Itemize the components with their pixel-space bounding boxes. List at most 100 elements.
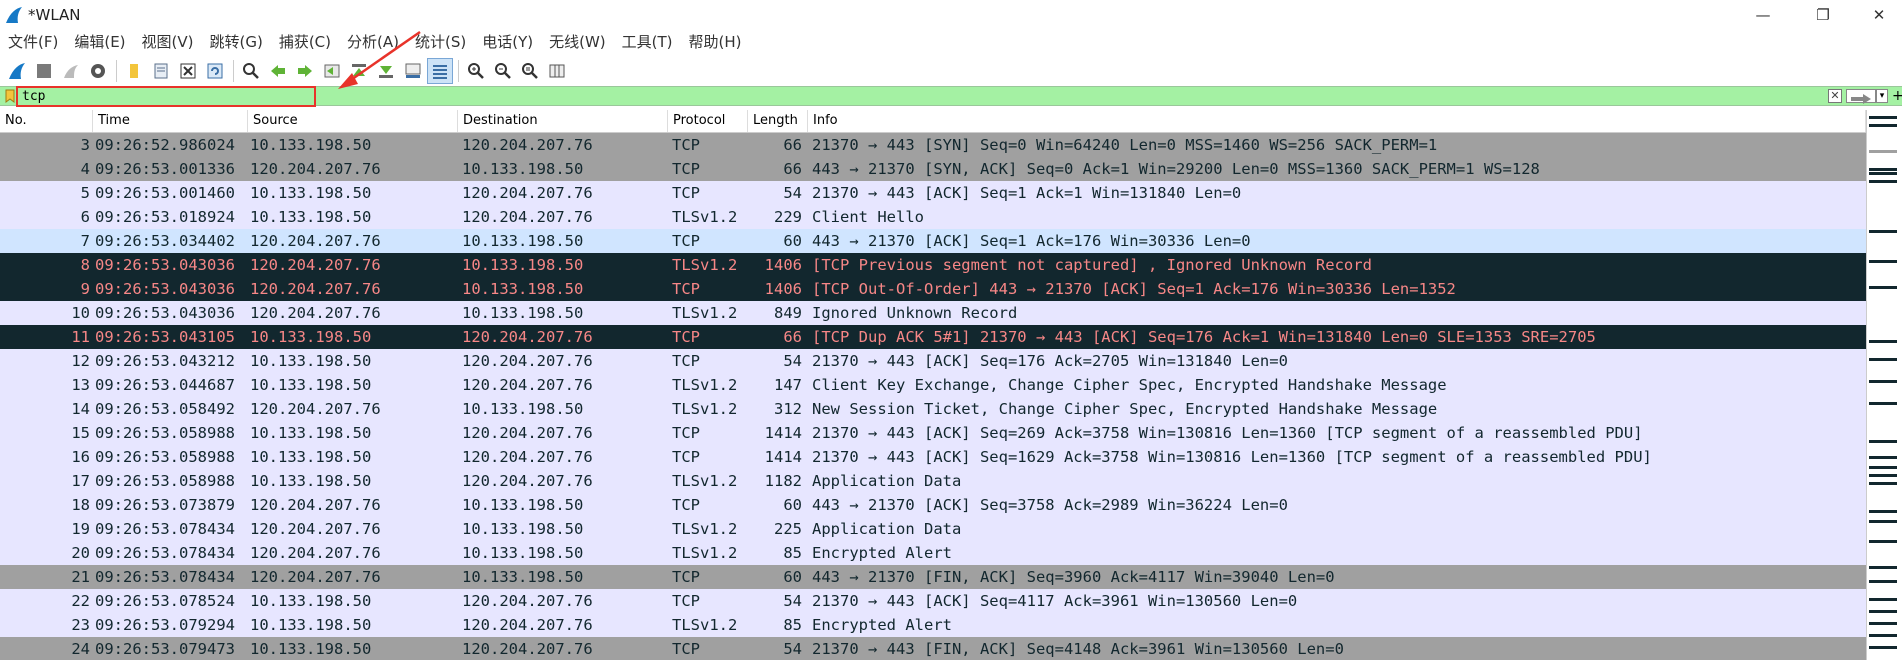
packet-scroll-minimap[interactable] xyxy=(1866,110,1902,660)
column-header-info[interactable]: Info xyxy=(808,110,1866,132)
packet-length: 60 xyxy=(783,568,802,586)
zoom-reset-button[interactable] xyxy=(517,58,543,84)
packet-row[interactable]: 9 09:26:53.043036 120.204.207.76 10.133.198… xyxy=(0,277,1866,301)
bookmark-icon[interactable] xyxy=(4,89,16,103)
minimap-marker xyxy=(1869,260,1897,263)
restore-button[interactable]: ❐ xyxy=(1800,0,1846,30)
packet-info: New Session Ticket, Change Cipher Spec, … xyxy=(812,400,1438,418)
autoscroll-button[interactable] xyxy=(400,58,426,84)
menu-telephony[interactable]: 电话(Y) xyxy=(474,30,541,54)
reload-file-button[interactable] xyxy=(202,58,228,84)
packet-no: 3 xyxy=(80,136,90,154)
minimap-marker xyxy=(1869,566,1897,569)
zoom-out-button[interactable] xyxy=(490,58,516,84)
packet-time: 09:26:53.078434 xyxy=(95,544,235,562)
packet-row[interactable]: 22 09:26:53.078524 10.133.198.50 120.204.20… xyxy=(0,589,1866,613)
find-packet-button[interactable] xyxy=(238,58,264,84)
menu-help[interactable]: 帮助(H) xyxy=(681,30,750,54)
minimap-marker xyxy=(1869,440,1897,443)
restart-capture-button[interactable] xyxy=(58,58,84,84)
menu-view[interactable]: 视图(V) xyxy=(134,30,202,54)
menu-wireless[interactable]: 无线(W) xyxy=(541,30,614,54)
apply-filter-button[interactable] xyxy=(1846,89,1876,104)
packet-row[interactable]: 18 09:26:53.073879 120.204.207.76 10.133.19… xyxy=(0,493,1866,517)
packet-row[interactable]: 16 09:26:53.058988 10.133.198.50 120.204.20… xyxy=(0,445,1866,469)
packet-length: 849 xyxy=(774,304,802,322)
packet-row[interactable]: 7 09:26:53.034402 120.204.207.76 10.133.198… xyxy=(0,229,1866,253)
menu-analyze[interactable]: 分析(A) xyxy=(339,30,407,54)
close-button[interactable]: ✕ xyxy=(1856,0,1902,30)
packet-time: 09:26:53.043036 xyxy=(95,280,235,298)
column-header-protocol[interactable]: Protocol xyxy=(668,110,748,132)
packet-source: 10.133.198.50 xyxy=(250,640,372,658)
menu-tools[interactable]: 工具(T) xyxy=(614,30,681,54)
add-filter-button[interactable]: + xyxy=(1892,87,1902,105)
resize-columns-icon xyxy=(549,64,565,78)
menu-file[interactable]: 文件(F) xyxy=(0,30,66,54)
packet-destination: 120.204.207.76 xyxy=(462,472,593,490)
column-header-source[interactable]: Source xyxy=(248,110,458,132)
packet-row[interactable]: 15 09:26:53.058988 10.133.198.50 120.204.20… xyxy=(0,421,1866,445)
minimize-button[interactable]: — xyxy=(1740,0,1786,30)
packet-source: 120.204.207.76 xyxy=(250,280,381,298)
packet-row[interactable]: 5 09:26:53.001460 10.133.198.50 120.204.207… xyxy=(0,181,1866,205)
column-header-time[interactable]: Time xyxy=(93,110,248,132)
column-header-length[interactable]: Length xyxy=(748,110,808,132)
go-to-packet-button[interactable] xyxy=(319,58,345,84)
packet-destination: 10.133.198.50 xyxy=(462,568,584,586)
packet-length: 147 xyxy=(774,376,802,394)
packet-length: 312 xyxy=(774,400,802,418)
packet-info: [TCP Previous segment not captured] , Ig… xyxy=(812,256,1372,274)
first-packet-button[interactable] xyxy=(346,58,372,84)
packet-list: No. Time Source Destination Protocol Len… xyxy=(0,110,1866,660)
menu-go[interactable]: 跳转(G) xyxy=(202,30,271,54)
menu-capture[interactable]: 捕获(C) xyxy=(271,30,339,54)
close-file-button[interactable] xyxy=(175,58,201,84)
go-forward-button[interactable] xyxy=(292,58,318,84)
packet-row[interactable]: 19 09:26:53.078434 120.204.207.76 10.133.19… xyxy=(0,517,1866,541)
packet-info: Encrypted Alert xyxy=(812,544,952,562)
packet-time: 09:26:53.058988 xyxy=(95,448,235,466)
packet-row[interactable]: 21 09:26:53.078434 120.204.207.76 10.133.19… xyxy=(0,565,1866,589)
packet-row[interactable]: 13 09:26:53.044687 10.133.198.50 120.204.20… xyxy=(0,373,1866,397)
column-header-destination[interactable]: Destination xyxy=(458,110,668,132)
colorize-button[interactable] xyxy=(427,58,453,84)
packet-no: 11 xyxy=(71,328,90,346)
packet-row[interactable]: 17 09:26:53.058988 10.133.198.50 120.204.20… xyxy=(0,469,1866,493)
window-title: *WLAN xyxy=(28,6,81,24)
packet-row[interactable]: 8 09:26:53.043036 120.204.207.76 10.133.198… xyxy=(0,253,1866,277)
clear-filter-button[interactable]: ✕ xyxy=(1828,89,1842,103)
resize-columns-button[interactable] xyxy=(544,58,570,84)
packet-row[interactable]: 10 09:26:53.043036 120.204.207.76 10.133.19… xyxy=(0,301,1866,325)
capture-options-button[interactable] xyxy=(85,58,111,84)
zoom-out-icon xyxy=(495,63,511,79)
packet-length: 1414 xyxy=(764,448,802,466)
minimap-marker xyxy=(1869,482,1897,485)
packet-row[interactable]: 3 09:26:52.986024 10.133.198.50 120.204.207… xyxy=(0,133,1866,157)
packet-info: 21370 → 443 [SYN] Seq=0 Win=64240 Len=0 … xyxy=(812,136,1438,154)
last-packet-button[interactable] xyxy=(373,58,399,84)
packet-info: Client Key Exchange, Change Cipher Spec,… xyxy=(812,376,1447,394)
packet-row[interactable]: 24 09:26:53.079473 10.133.198.50 120.204.20… xyxy=(0,637,1866,660)
stop-capture-button[interactable] xyxy=(31,58,57,84)
packet-destination: 10.133.198.50 xyxy=(462,280,584,298)
open-file-button[interactable] xyxy=(121,58,147,84)
packet-destination: 120.204.207.76 xyxy=(462,184,593,202)
packet-row[interactable]: 6 09:26:53.018924 10.133.198.50 120.204.207… xyxy=(0,205,1866,229)
packet-row[interactable]: 14 09:26:53.058492 120.204.207.76 10.133.19… xyxy=(0,397,1866,421)
packet-source: 10.133.198.50 xyxy=(250,184,372,202)
packet-row[interactable]: 11 09:26:53.043105 10.133.198.50 120.204.20… xyxy=(0,325,1866,349)
menu-edit[interactable]: 编辑(E) xyxy=(66,30,133,54)
packet-row[interactable]: 20 09:26:53.078434 120.204.207.76 10.133.19… xyxy=(0,541,1866,565)
packet-row[interactable]: 23 09:26:53.079294 10.133.198.50 120.204.20… xyxy=(0,613,1866,637)
column-header-no[interactable]: No. xyxy=(0,110,93,132)
display-filter-input[interactable] xyxy=(20,88,1824,104)
start-capture-button[interactable] xyxy=(4,58,30,84)
packet-row[interactable]: 4 09:26:53.001336 120.204.207.76 10.133.198… xyxy=(0,157,1866,181)
zoom-in-button[interactable] xyxy=(463,58,489,84)
packet-row[interactable]: 12 09:26:53.043212 10.133.198.50 120.204.20… xyxy=(0,349,1866,373)
save-file-button[interactable] xyxy=(148,58,174,84)
menu-statistics[interactable]: 统计(S) xyxy=(407,30,474,54)
filter-history-dropdown[interactable]: ▾ xyxy=(1876,89,1888,103)
go-back-button[interactable] xyxy=(265,58,291,84)
